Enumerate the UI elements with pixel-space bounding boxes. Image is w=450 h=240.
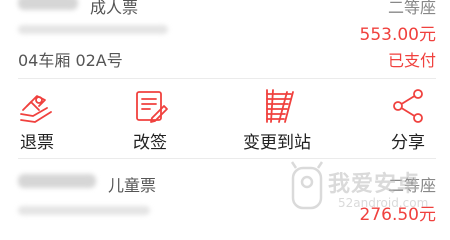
seat-number: 04车厢 02A号	[18, 51, 123, 70]
passenger-name-blurred-2	[18, 174, 96, 188]
refund-button[interactable]: 退票	[0, 88, 82, 153]
change-destination-label: 变更到站	[243, 133, 311, 153]
change-ticket-icon	[136, 91, 168, 123]
ticket-price: 553.00元	[359, 25, 436, 45]
change-destination-icon	[266, 89, 294, 123]
passenger-name-blurred	[18, 0, 78, 10]
ticket-type: 成人票	[90, 0, 139, 17]
change-ticket-button[interactable]: 改签	[105, 88, 195, 153]
watermark-logo-icon	[290, 161, 324, 210]
change-destination-button[interactable]: 变更到站	[222, 88, 332, 153]
id-number-blurred-2	[18, 206, 150, 215]
seat-class: 二等座	[387, 0, 436, 17]
watermark-text: 我爱安卓	[328, 172, 421, 197]
payment-status: 已支付	[387, 51, 436, 70]
refund-label: 退票	[20, 133, 54, 153]
ticket-type-2: 儿童票	[108, 176, 157, 195]
watermark: 我爱安卓 52android.com	[280, 160, 440, 220]
share-button[interactable]: 分享	[363, 88, 450, 153]
refund-icon	[20, 95, 52, 123]
divider-bottom	[18, 158, 436, 159]
watermark-domain: 52android.com	[338, 196, 429, 210]
change-ticket-label: 改签	[133, 133, 167, 153]
divider-top	[18, 78, 436, 79]
id-number-blurred	[18, 25, 168, 34]
share-label: 分享	[391, 133, 425, 153]
share-icon	[393, 89, 423, 123]
